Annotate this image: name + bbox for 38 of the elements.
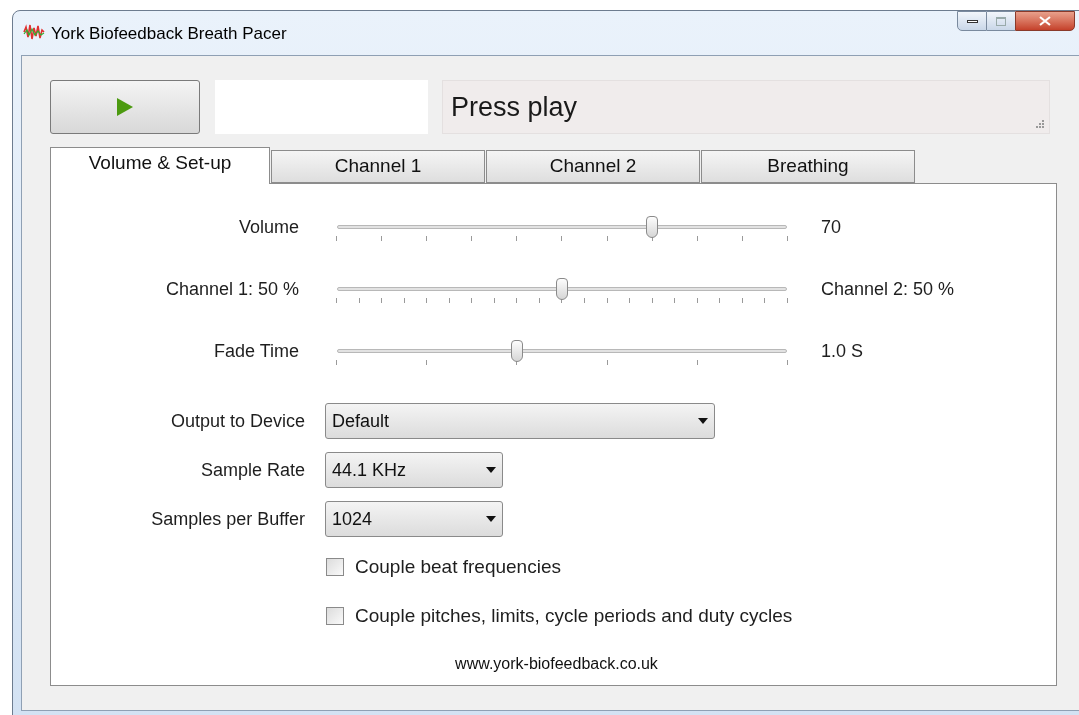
dropdown-label: Samples per Buffer	[150, 507, 305, 531]
slider-label: Channel 1: 50 %	[164, 278, 300, 301]
minimize-button[interactable]	[957, 11, 987, 31]
tab[interactable]: Channel 1	[271, 150, 485, 183]
dropdown[interactable]: 1024	[325, 501, 503, 537]
play-button[interactable]	[50, 80, 200, 134]
caret-icon	[486, 467, 496, 473]
status-text: Press play	[451, 90, 578, 124]
close-icon	[1039, 16, 1051, 26]
slider-reading: 1.0 S	[821, 340, 864, 363]
dropdown[interactable]: Default	[325, 403, 715, 439]
window-title: York Biofeedback Breath Pacer	[51, 23, 287, 45]
minimize-icon	[966, 19, 978, 23]
maximize-icon	[996, 16, 1006, 26]
tab[interactable]: Channel 2	[486, 150, 700, 183]
dropdown-label: Sample Rate	[199, 458, 305, 482]
website-link[interactable]: www.york-biofeedback.co.uk	[455, 652, 658, 676]
tab[interactable]: Volume & Set-up	[50, 147, 270, 184]
slider-thumb[interactable]	[556, 278, 568, 300]
slider-reading: 70	[821, 216, 842, 239]
caret-icon	[698, 418, 708, 424]
waveform-icon	[23, 23, 45, 41]
checkbox-label: Couple pitches, limits, cycle periods and duty cycles	[355, 603, 793, 628]
dropdown-label: Output to Device	[169, 409, 305, 433]
slider-thumb[interactable]	[511, 340, 523, 362]
slider-thumb[interactable]	[646, 216, 658, 238]
checkbox-label: Couple beat frequencies	[355, 555, 561, 579]
checkbox[interactable]	[326, 606, 344, 625]
close-button[interactable]	[1015, 11, 1075, 31]
caret-icon	[486, 516, 496, 522]
slider-label: Fade Time	[212, 340, 300, 363]
play-icon	[117, 98, 133, 116]
dropdown[interactable]: 44.1 KHz	[325, 452, 503, 488]
slider-reading: Channel 2: 50 %	[821, 278, 955, 301]
checkbox[interactable]	[326, 558, 344, 577]
tab[interactable]: Breathing	[701, 150, 915, 183]
slider-label: Volume	[237, 216, 300, 239]
resize-grip-icon	[1035, 119, 1045, 129]
